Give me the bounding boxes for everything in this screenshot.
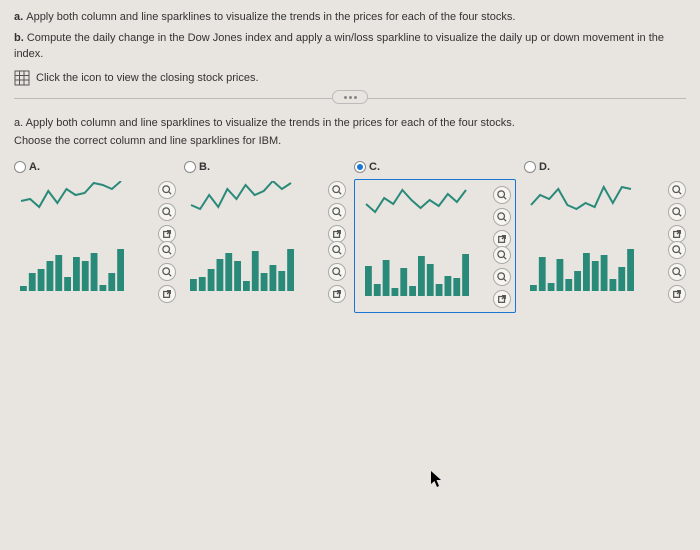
table-icon[interactable] xyxy=(14,70,30,86)
cursor-icon xyxy=(430,470,444,491)
zoom-icon[interactable] xyxy=(158,241,176,259)
zoom-icon[interactable] xyxy=(668,203,686,221)
option-c-label: C. xyxy=(369,161,380,173)
sub-question-a: a. Apply both column and line sparklines… xyxy=(14,117,686,129)
zoom-icon[interactable] xyxy=(328,181,346,199)
choose-prompt: Choose the correct column and line spark… xyxy=(14,135,686,147)
zoom-icon[interactable] xyxy=(668,181,686,199)
zoom-icon[interactable] xyxy=(668,263,686,281)
option-c: C. xyxy=(354,161,516,313)
radio-a[interactable]: A. xyxy=(14,161,176,173)
option-b-line-sparkline xyxy=(186,181,344,233)
popout-icon[interactable] xyxy=(158,285,176,303)
option-d-label: D. xyxy=(539,161,550,173)
zoom-icon[interactable] xyxy=(158,181,176,199)
option-d: D. xyxy=(524,161,686,303)
popout-icon[interactable] xyxy=(493,290,511,308)
zoom-icon[interactable] xyxy=(668,241,686,259)
option-b-label: B. xyxy=(199,161,210,173)
zoom-icon[interactable] xyxy=(328,241,346,259)
question-b: b. Compute the daily change in the Dow J… xyxy=(14,31,686,62)
zoom-icon[interactable] xyxy=(158,203,176,221)
zoom-icon[interactable] xyxy=(328,263,346,281)
radio-d[interactable]: D. xyxy=(524,161,686,173)
zoom-icon[interactable] xyxy=(493,186,511,204)
option-a-line-sparkline xyxy=(16,181,174,233)
radio-b[interactable]: B. xyxy=(184,161,346,173)
options-row: A. B. xyxy=(14,161,686,313)
option-b: B. xyxy=(184,161,346,303)
option-a-column-sparkline xyxy=(16,241,174,293)
icon-instruction: Click the icon to view the closing stock… xyxy=(36,72,259,84)
option-d-column-sparkline xyxy=(526,241,684,293)
option-a: A. xyxy=(14,161,176,303)
option-c-line-sparkline xyxy=(361,186,509,238)
popout-icon[interactable] xyxy=(668,285,686,303)
zoom-icon[interactable] xyxy=(493,246,511,264)
ellipsis-toggle[interactable] xyxy=(332,90,368,104)
option-b-column-sparkline xyxy=(186,241,344,293)
zoom-icon[interactable] xyxy=(328,203,346,221)
option-d-line-sparkline xyxy=(526,181,684,233)
zoom-icon[interactable] xyxy=(158,263,176,281)
zoom-icon[interactable] xyxy=(493,208,511,226)
radio-c[interactable]: C. xyxy=(354,161,516,173)
zoom-icon[interactable] xyxy=(493,268,511,286)
question-a: a. Apply both column and line sparklines… xyxy=(14,10,686,25)
option-c-column-sparkline xyxy=(361,246,509,298)
popout-icon[interactable] xyxy=(328,285,346,303)
option-a-label: A. xyxy=(29,161,40,173)
